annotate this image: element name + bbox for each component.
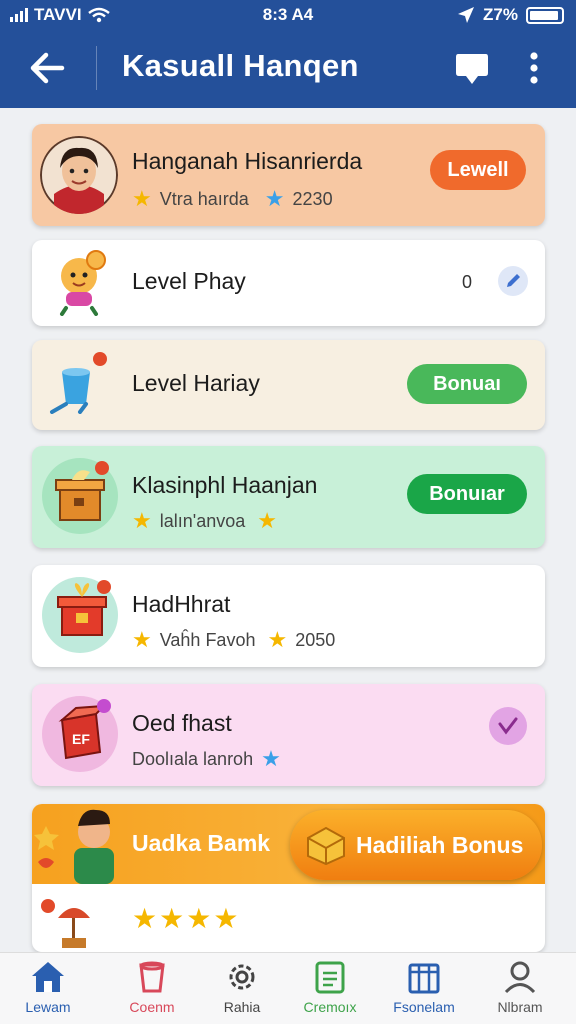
star-icon: ★: [257, 508, 277, 533]
nav-label: Cremoıx: [303, 999, 357, 1015]
star-rating: ★★★★: [132, 902, 240, 935]
gear-icon: [229, 964, 255, 990]
card-subtitle: lalın'anvoa: [159, 510, 246, 531]
cartoon-character-icon: [34, 809, 114, 884]
nav-item-tasks[interactable]: Cremoıx: [282, 959, 378, 1015]
card-subtitle: Vaĥh Favoh: [159, 629, 256, 650]
nav-item-profile[interactable]: Nlbram: [472, 959, 568, 1015]
user-icon: [504, 961, 536, 994]
card-title: Oed fhast: [132, 710, 232, 736]
list-item[interactable]: HadHhrat ★ Vaĥh Favoh ★ 2050: [32, 565, 545, 667]
svg-text:EF: EF: [72, 731, 90, 747]
nav-item-cup[interactable]: Coenm: [104, 959, 200, 1015]
battery-percent: Z7%: [483, 5, 518, 24]
clock: 8:3 A4: [262, 5, 314, 24]
cartoon-character-icon: [60, 250, 106, 316]
gift-box-icon: [57, 580, 111, 636]
treasure-chest-icon: [307, 826, 345, 866]
gift-box-icon: [55, 461, 109, 521]
star-icon: ★: [159, 903, 187, 934]
star-icon: ★: [132, 903, 160, 934]
nav-item-settings[interactable]: Rahia: [194, 959, 290, 1015]
hadiah-bonus-button[interactable]: Hadiliah Bonus: [290, 810, 542, 880]
status-bar: TAVVI 8:3 A4 Z7%: [0, 0, 576, 30]
cup-icon: [139, 961, 165, 993]
level-button[interactable]: Lewell: [430, 150, 526, 190]
chat-bubble-icon[interactable]: [452, 48, 492, 88]
star-icon: ★: [186, 903, 214, 934]
bonus-button[interactable]: Bonuaı: [407, 364, 527, 404]
banner-label: Uadka Bamk: [132, 830, 271, 856]
calendar-icon: [408, 963, 440, 994]
card-subtitle: Vtra haırda: [159, 188, 249, 209]
list-item[interactable]: Level Hariay Bonuaı: [32, 340, 545, 430]
card-title: Hanganah Hisanrierda: [132, 148, 363, 174]
star-icon: ★: [213, 903, 241, 934]
card-title: HadHhrat: [132, 591, 231, 617]
nav-item-home[interactable]: Lewam: [0, 959, 96, 1015]
clipboard-icon: [315, 961, 345, 994]
page-title: Kasuall Hanqen: [122, 48, 359, 83]
hadiah-bonus-label: Hadiliah Bonus: [356, 832, 524, 858]
bottom-nav: Lewam Coenm Rahia Cremoıx Fsonelam Nlbra…: [0, 952, 576, 1024]
star-icon: ★: [132, 627, 152, 652]
battery-icon: [526, 6, 564, 24]
card-value: 2230: [292, 188, 333, 209]
app-header-bar: TAVVI 8:3 A4 Z7% Kasuall Hanqen: [0, 0, 576, 108]
nav-label: Coenm: [129, 999, 175, 1015]
star-blue-icon: ★: [261, 746, 281, 771]
card-title: Level Phay: [132, 268, 246, 294]
card-count: 0: [462, 272, 473, 292]
nav-item-calendar[interactable]: Fsonelam: [376, 959, 472, 1015]
card-subtitle: Doolıala lanroh: [132, 748, 254, 769]
back-arrow-icon[interactable]: [26, 48, 68, 88]
red-book-icon: EF: [58, 699, 111, 760]
bucket-icon: [50, 352, 107, 414]
card-value: 2050: [295, 629, 336, 650]
nav-label: Rahia: [223, 999, 261, 1015]
avatar: [40, 136, 118, 214]
header-divider: [96, 46, 97, 90]
list-item[interactable]: EF Oed fhast Doolıala lanroh ★: [32, 684, 545, 786]
edit-pencil-icon[interactable]: [497, 265, 529, 297]
list-item[interactable]: Hanganah Hisanrierda ★ Vtra haırda ★ 223…: [32, 124, 545, 226]
star-icon: ★: [132, 508, 152, 533]
nav-label: Fsonelam: [393, 999, 455, 1015]
star-blue-icon: ★: [264, 186, 285, 211]
list-item[interactable]: Level Phay 0: [32, 240, 545, 326]
umbrella-stand-icon: [41, 899, 90, 948]
check-heart-icon[interactable]: [488, 706, 528, 746]
list-item[interactable]: Klasinphl Haanjan ★ lalın'anvoa ★ Bonuıa…: [32, 446, 545, 548]
star-icon: ★: [267, 627, 288, 652]
card-title: Klasinphl Haanjan: [132, 472, 318, 498]
bonus-button[interactable]: Bonuıar: [407, 474, 527, 514]
more-vert-icon[interactable]: [520, 50, 548, 86]
home-icon: [32, 962, 64, 992]
nav-label: Lewam: [25, 999, 71, 1015]
location-arrow-icon: [458, 7, 475, 23]
card-title: Level Hariay: [132, 370, 260, 396]
bonus-banner-card: Uadka Bamk Hadiliah Bonus ★★★★: [32, 804, 545, 952]
star-icon: ★: [132, 186, 152, 211]
nav-label: Nlbram: [497, 999, 543, 1015]
